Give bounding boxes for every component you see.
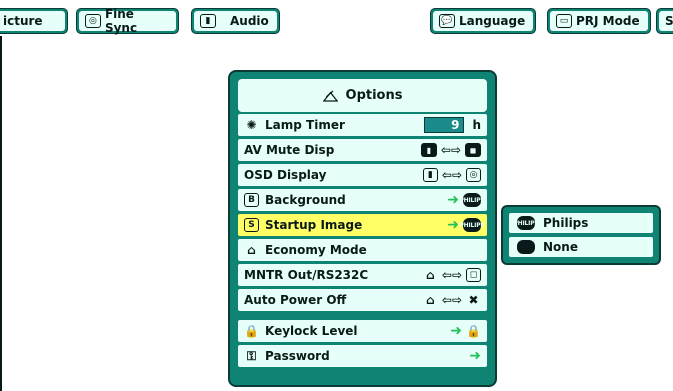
row-economy-mode[interactable]: ⌂ Economy Mode [238,239,487,261]
economy-icon: ⌂ [247,243,256,257]
toggle-arrows-icon: ⇦⇨ [441,268,462,282]
tab-picture[interactable]: icture [0,8,68,34]
submenu-item-none[interactable]: None [509,237,653,257]
row-lamp-timer[interactable]: ✺ Lamp Timer 9 h [238,114,487,136]
row-label: Startup Image [265,218,363,232]
lock-icon: 🔒 [466,324,481,338]
none-badge-icon [517,240,535,254]
row-password[interactable]: ⚿ Password ➜ [238,345,487,367]
lamp-timer-unit: h [472,118,481,132]
speech-bubble-icon: 💬 [439,14,455,28]
philips-badge: PHILIPS [459,218,485,232]
row-background[interactable]: B Background ➜ PHILIPS [238,189,487,211]
av-mute-alt-icon: ◼ [465,143,481,157]
toggle-arrows-icon: ⇦⇨ [441,168,462,182]
submenu-arrow-icon: ➜ [450,323,462,339]
row-label: OSD Display [244,168,327,182]
row-av-mute-disp[interactable]: AV Mute Disp ▮ ⇦⇨ ◼ [238,139,487,161]
tab-label: icture [3,14,43,28]
submenu-item-philips[interactable]: PHILIPS Philips [509,213,653,233]
toggle-arrows-icon: ⇦⇨ [441,293,462,307]
row-label: Background [265,193,346,207]
options-panel: Options ✺ Lamp Timer 9 h AV Mute Disp ▮ … [228,70,497,387]
osd-off-icon: ◎ [466,168,481,182]
submenu-arrow-icon: ➜ [447,217,459,233]
submenu-item-label: Philips [543,216,589,230]
tab-audio[interactable]: ▮ Audio [191,8,280,34]
tab-label: Language [459,14,526,28]
row-keylock-level[interactable]: 🔒 Keylock Level ➜ 🔒 [238,320,487,342]
speaker-icon: ▮ [200,14,216,28]
philips-badge: PHILIPS [513,216,539,230]
tab-label: Audio [230,14,269,28]
row-label: AV Mute Disp [244,143,335,157]
row-mntr-out[interactable]: MNTR Out/RS232C ⌂ ⇦⇨ ◻ [238,264,487,286]
startup-icon: S [244,218,259,232]
lamp-icon: ✺ [246,118,257,132]
options-title: Options [238,79,487,112]
lock-icon: 🔒 [244,324,259,338]
submenu-list: PHILIPS Philips None [509,213,653,261]
row-label: Economy Mode [265,243,367,257]
top-menu-bar: icture ◎ Fine Sync ▮ Audio 💬 Language ▭ … [0,0,673,40]
av-mute-icon: ▮ [420,143,437,157]
submenu-arrow-icon: ➜ [447,192,459,208]
tab-fine-sync[interactable]: ◎ Fine Sync [76,7,179,35]
target-icon: ◎ [85,14,101,28]
row-osd-display[interactable]: OSD Display ▮ ⇦⇨ ◎ [238,164,487,186]
submenu-arrow-icon: ➜ [469,348,481,364]
options-list: ✺ Lamp Timer 9 h AV Mute Disp ▮ ⇦⇨ ◼ OSD… [238,114,487,370]
tab-more[interactable]: S [656,8,673,34]
left-divider [0,36,2,391]
tab-prj-mode[interactable]: ▭ PRJ Mode [547,8,651,34]
tab-label: S [665,14,673,28]
row-auto-power-off[interactable]: Auto Power Off ⌂ ⇦⇨ ✖ [238,289,487,311]
row-label: MNTR Out/RS232C [244,268,369,282]
toggle-arrows-icon: ⇦⇨ [440,143,461,157]
options-icon [322,89,338,103]
monitor-icon: ▭ [556,14,572,28]
economy-icon: ⌂ [426,293,435,307]
power-off-icon: ✖ [468,293,479,307]
row-label: Lamp Timer [265,118,345,132]
tab-label: PRJ Mode [576,14,640,28]
startup-image-submenu: PHILIPS Philips None [501,205,661,265]
monitor-out-icon: ◻ [466,268,481,282]
background-icon: B [244,193,259,207]
key-icon: ⚿ [246,348,257,363]
submenu-item-label: None [543,240,578,254]
osd-on-icon: ▮ [422,168,438,182]
lamp-timer-value: 9 [424,117,465,133]
row-label: Password [265,349,330,363]
row-label: Keylock Level [265,324,358,338]
economy-icon: ⌂ [426,268,435,282]
tab-label: Fine Sync [104,7,138,35]
row-label: Auto Power Off [244,293,347,307]
row-startup-image[interactable]: S Startup Image ➜ PHILIPS [238,214,487,236]
page-title: Options [345,88,403,103]
tab-language[interactable]: 💬 Language [430,8,536,34]
philips-badge: PHILIPS [459,193,485,207]
